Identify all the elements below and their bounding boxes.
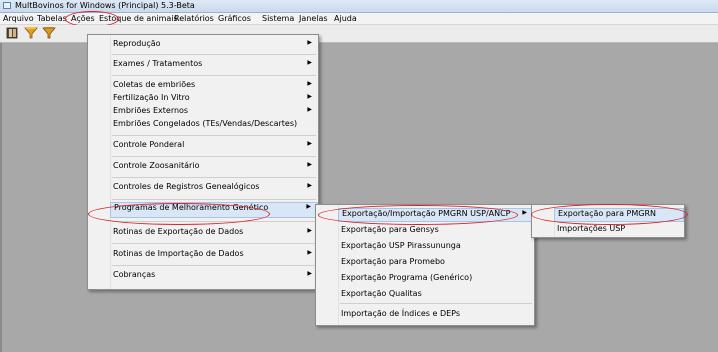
menu-item-label: Exportação USP Pirassununga <box>341 241 461 250</box>
submenu-arrow-icon: ▶ <box>307 140 312 147</box>
menu-item-label: Importações USP <box>557 224 626 233</box>
submenu-arrow-icon: ▶ <box>307 106 312 113</box>
submenu-arrow-icon: ▶ <box>307 161 312 168</box>
menu-item-controle-zoosanitario[interactable]: Controle Zoosanitário ▶ <box>110 161 318 173</box>
menu-separator <box>112 54 316 55</box>
submenu-arrow-icon: ▶ <box>307 80 312 87</box>
menu-graficos[interactable]: Gráficos <box>218 13 251 24</box>
menu-item-label: Exportação para Gensys <box>341 225 439 234</box>
submenu-arrow-icon: ▶ <box>522 209 527 216</box>
menu-gutter <box>316 205 339 325</box>
menu-item-exportacao-usp-pirassununga[interactable]: Exportação USP Pirassununga <box>338 241 534 252</box>
menu-separator <box>112 156 316 157</box>
submenu-arrow-icon: ▶ <box>307 227 312 234</box>
menu-separator <box>112 75 316 76</box>
acoes-menu: Reprodução ▶ Exames / Tratamentos ▶ Cole… <box>87 34 319 290</box>
menu-item-exportacao-programa-generico[interactable]: Exportação Programa (Genérico) <box>338 273 534 284</box>
menu-item-label: Exportação para Promebo <box>341 257 445 266</box>
menu-item-exames-tratamentos[interactable]: Exames / Tratamentos ▶ <box>110 59 318 71</box>
menu-item-cobrancas[interactable]: Cobranças ▶ <box>110 270 318 282</box>
programas-submenu: Exportação/Importação PMGRN USP/ANCP ▶ E… <box>315 204 535 326</box>
funnel-icon[interactable] <box>42 26 56 40</box>
menu-item-controles-registros-genealogicos[interactable]: Controles de Registros Genealógicos ▶ <box>110 182 318 194</box>
app-icon <box>3 2 11 9</box>
menu-separator <box>112 221 316 222</box>
menu-item-reproducao[interactable]: Reprodução ▶ <box>110 39 318 51</box>
menu-item-exportacao-importacao-pmgrn[interactable]: Exportação/Importação PMGRN USP/ANCP ▶ <box>338 208 534 222</box>
menu-item-label: Exportação Qualitas <box>341 289 422 298</box>
submenu-arrow-icon: ▶ <box>307 270 312 277</box>
menu-item-exportacao-qualitas[interactable]: Exportação Qualitas <box>338 289 534 300</box>
menu-item-importacao-indices-deps[interactable]: Importação de Índices e DEPs <box>338 309 534 320</box>
window-title: MultBovinos for Windows (Principal) 5.3-… <box>15 1 195 10</box>
menu-janelas[interactable]: Janelas <box>299 13 328 24</box>
open-book-icon[interactable] <box>5 26 19 40</box>
submenu-arrow-icon: ▶ <box>307 182 312 189</box>
pmgrn-submenu: Exportação para PMGRN Importações USP <box>531 204 685 238</box>
menu-acoes[interactable]: Ações <box>71 13 95 24</box>
menu-item-label: Cobranças <box>113 270 156 279</box>
menu-item-label: Exportação para PMGRN <box>558 209 657 218</box>
menu-item-label: Controle Zoosanitário <box>113 161 200 170</box>
menu-item-label: Exportação/Importação PMGRN USP/ANCP <box>342 209 511 218</box>
menu-item-label: Controles de Registros Genealógicos <box>113 182 260 191</box>
menu-separator <box>112 177 316 178</box>
menu-item-exportacao-gensys[interactable]: Exportação para Gensys <box>338 225 534 236</box>
menu-gutter <box>88 35 111 289</box>
submenu-arrow-icon: ▶ <box>307 39 312 46</box>
menu-separator <box>340 303 532 304</box>
menu-gutter <box>532 205 555 237</box>
menu-estoque-de-animais[interactable]: Estoque de animais <box>99 13 178 24</box>
submenu-arrow-icon: ▶ <box>307 59 312 66</box>
menu-sistema[interactable]: Sistema <box>262 13 294 24</box>
menu-item-label: Exames / Tratamentos <box>113 59 203 68</box>
menu-separator <box>112 135 316 136</box>
menu-item-embrioes-externos[interactable]: Embriões Externos ▶ <box>110 106 318 117</box>
submenu-arrow-icon: ▶ <box>306 203 311 210</box>
menu-item-label: Exportação Programa (Genérico) <box>341 273 473 282</box>
menu-item-label: Embriões Congelados (TEs/Vendas/Descarte… <box>113 119 298 128</box>
menu-item-importacoes-usp[interactable]: Importações USP <box>554 224 684 235</box>
menu-relatorios[interactable]: Relatórios <box>174 13 214 24</box>
menu-item-controle-ponderal[interactable]: Controle Ponderal ▶ <box>110 140 318 152</box>
menu-item-embrioes-congelados[interactable]: Embriões Congelados (TEs/Vendas/Descarte… <box>110 119 318 130</box>
menu-item-rotinas-importacao[interactable]: Rotinas de Importação de Dados ▶ <box>110 249 318 261</box>
menu-item-label: Coletas de embriões <box>113 80 196 89</box>
menu-item-programas-melhoramento-genetico[interactable]: Programas de Melhoramento Genético ▶ <box>110 202 318 218</box>
menu-separator <box>112 265 316 266</box>
funnel-icon[interactable] <box>24 26 38 40</box>
menu-item-exportacao-promebo[interactable]: Exportação para Promebo <box>338 257 534 268</box>
menu-item-rotinas-exportacao[interactable]: Rotinas de Exportação de Dados ▶ <box>110 227 318 239</box>
menu-item-label: Reprodução <box>113 39 161 48</box>
menu-item-exportacao-para-pmgrn[interactable]: Exportação para PMGRN <box>554 208 684 222</box>
menu-item-coletas-de-embrioes[interactable]: Coletas de embriões ▶ <box>110 80 318 91</box>
menu-item-label: Embriões Externos <box>113 106 189 115</box>
menu-separator <box>112 199 316 200</box>
menu-ajuda[interactable]: Ajuda <box>334 13 357 24</box>
title-bar: MultBovinos for Windows (Principal) 5.3-… <box>0 0 718 13</box>
submenu-arrow-icon: ▶ <box>307 93 312 100</box>
menu-item-label: Controle Ponderal <box>113 140 185 149</box>
menu-separator <box>112 243 316 244</box>
menu-item-label: Rotinas de Importação de Dados <box>113 249 244 258</box>
menu-arquivo[interactable]: Arquivo <box>3 13 34 24</box>
menu-tabelas[interactable]: Tabelas <box>37 13 67 24</box>
menu-item-label: Fertilização In Vitro <box>113 93 190 102</box>
menu-item-label: Importação de Índices e DEPs <box>341 309 461 318</box>
menu-item-label: Rotinas de Exportação de Dados <box>113 227 244 236</box>
submenu-arrow-icon: ▶ <box>307 249 312 256</box>
menu-item-label: Programas de Melhoramento Genético <box>114 203 269 212</box>
menu-bar: Arquivo Tabelas Ações Estoque de animais… <box>0 13 718 25</box>
menu-item-fertilizacao-in-vitro[interactable]: Fertilização In Vitro ▶ <box>110 93 318 104</box>
